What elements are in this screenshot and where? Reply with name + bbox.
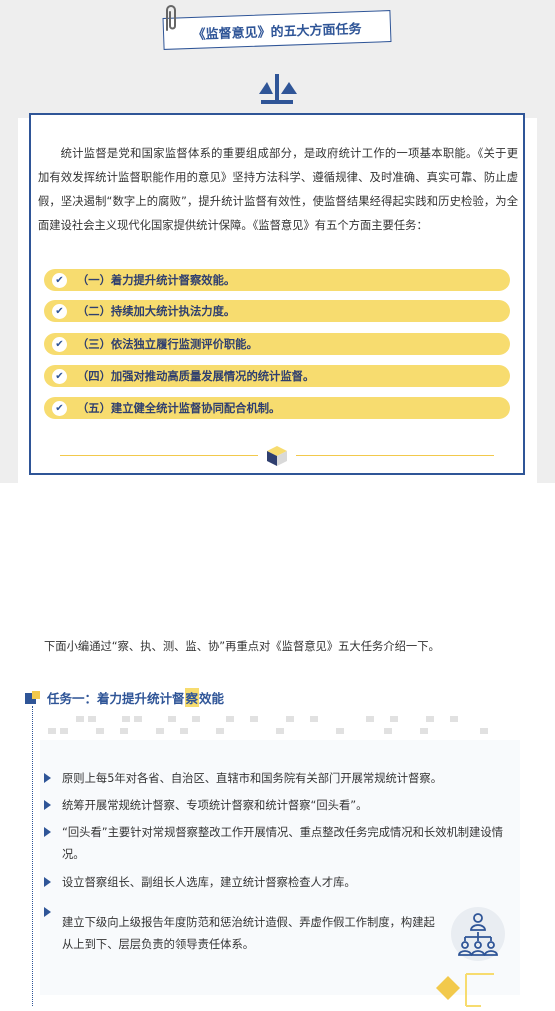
bullet-item-4: 设立督察组长、副组长人选库，建立统计督察检查人才库。 bbox=[44, 872, 514, 894]
triangle-bullet-icon bbox=[44, 827, 51, 837]
task-item-4: ✔ （四）加强对推动高质量发展情况的统计监督。 bbox=[44, 365, 510, 387]
bullet-item-5: 建立下级向上级报告年度防范和惩治统计造假、弄虚作假工作制度，构建起从上到下、层层… bbox=[44, 902, 444, 956]
task-item-5: ✔ （五）建立健全统计监督协同配合机制。 bbox=[44, 397, 510, 419]
task-label: （五）建立健全统计监督协同配合机制。 bbox=[77, 402, 281, 415]
check-icon: ✔ bbox=[52, 272, 67, 288]
triangle-bullet-icon bbox=[44, 800, 51, 810]
bullet-text: 统筹开展常规统计督察、专项统计督察和统计督察“回头看”。 bbox=[62, 799, 368, 812]
dotted-guide-line bbox=[32, 706, 33, 1006]
task-item-2: ✔ （二）持续加大统计执法力度。 bbox=[44, 300, 510, 322]
task-item-3: ✔ （三）依法独立履行监测评价职能。 bbox=[44, 333, 510, 355]
lead-text: 下面小编通过“察、执、测、监、协”再重点对《监督意见》五大任务介绍一下。 bbox=[44, 640, 440, 653]
left-margin bbox=[0, 118, 18, 483]
check-icon: ✔ bbox=[52, 368, 67, 384]
check-icon: ✔ bbox=[52, 303, 67, 319]
divider-right bbox=[296, 455, 494, 456]
task-label: （一）着力提升统计督察效能。 bbox=[77, 274, 236, 287]
task-label: （三）依法独立履行监测评价职能。 bbox=[77, 338, 258, 351]
org-chart-icon bbox=[451, 907, 505, 961]
pixelated-decoration bbox=[48, 716, 488, 734]
triangle-bullet-icon bbox=[44, 907, 51, 917]
section-heading-post: 效能 bbox=[199, 691, 225, 706]
cube-icon bbox=[267, 446, 287, 466]
paperclip-icon bbox=[166, 5, 176, 31]
intro-paragraph: 统计监督是党和国家监督体系的重要组成部分，是政府统计工作的一项基本职能。《关于更… bbox=[38, 147, 518, 232]
check-icon: ✔ bbox=[52, 400, 67, 416]
bullet-text: 建立下级向上级报告年度防范和惩治统计造假、弄虚作假工作制度，构建起从上到下、层层… bbox=[62, 916, 435, 951]
right-margin bbox=[537, 118, 555, 483]
triangle-bullet-icon bbox=[44, 773, 51, 783]
bullet-item-3: “回头看”主要针对常规督察整改工作开展情况、重点整改任务完成情况和长效机制建设情… bbox=[44, 822, 514, 866]
bullet-text: 设立督察组长、副组长人选库，建立统计督察检查人才库。 bbox=[62, 876, 356, 889]
section-heading: 任务一：着力提升统计督察效能 bbox=[25, 688, 224, 707]
scale-icon bbox=[259, 74, 297, 104]
section-heading-pre: 任务一：着力提升统计督 bbox=[47, 691, 185, 706]
triangle-bullet-icon bbox=[44, 877, 51, 887]
section-heading-highlight: 察 bbox=[184, 688, 200, 707]
section-marker-icon bbox=[25, 690, 41, 705]
bullet-text: 原则上每5年对各省、自治区、直辖市和国务院有关部门开展常规统计督察。 bbox=[62, 772, 442, 785]
task-item-1: ✔ （一）着力提升统计督察效能。 bbox=[44, 269, 510, 291]
bullet-text: “回头看”主要针对常规督察整改工作开展情况、重点整改任务完成情况和长效机制建设情… bbox=[62, 826, 503, 861]
decorative-shapes bbox=[436, 973, 494, 1007]
task-label: （四）加强对推动高质量发展情况的统计监督。 bbox=[77, 370, 315, 383]
divider-left bbox=[60, 455, 258, 456]
bullet-item-2: 统筹开展常规统计督察、专项统计督察和统计督察“回头看”。 bbox=[44, 795, 514, 817]
bullet-item-1: 原则上每5年对各省、自治区、直辖市和国务院有关部门开展常规统计督察。 bbox=[44, 768, 514, 790]
check-icon: ✔ bbox=[52, 336, 67, 352]
task-label: （二）持续加大统计执法力度。 bbox=[77, 305, 236, 318]
